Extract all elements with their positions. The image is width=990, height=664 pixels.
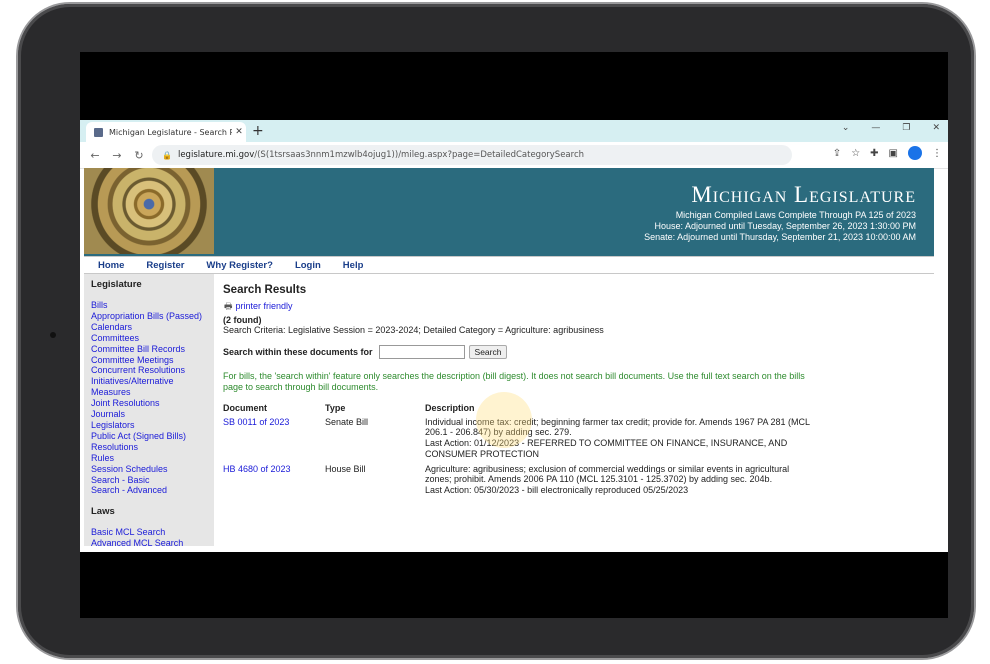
sidebar: Legislature Bills Appropriation Bills (P… [84,274,214,549]
banner-line-mcl: Michigan Compiled Laws Complete Through … [675,210,916,220]
sidebar-link-committee-bill-records[interactable]: Committee Bill Records [91,344,214,355]
table-header: Document Type Description [223,403,934,414]
nav-help[interactable]: Help [343,260,364,271]
sidebar-link-basic-mcl-search[interactable]: Basic MCL Search [91,527,214,538]
document-last-action: Last Action: 01/12/2023 - REFERRED TO CO… [425,438,788,459]
legislature-page: Michigan Legislature Michigan Compiled L… [84,168,934,552]
sidebar-link-initiatives[interactable]: Initiatives/Alternative [91,376,214,387]
sidebar-link-committees[interactable]: Committees [91,333,214,344]
table-row: SB 0011 of 2023 Senate Bill Individual i… [223,417,934,460]
document-description-cell: Agriculture: agribusiness; exclusion of … [425,464,817,496]
sidebar-link-legislators[interactable]: Legislators [91,420,214,431]
banner-line-house: House: Adjourned until Tuesday, Septembe… [654,221,916,231]
restore-icon[interactable]: ❐ [902,123,910,133]
url-path: /(S(1tsrsaas3nnm1mzwlb4ojug1))/mileg.asp… [254,150,585,160]
document-type: Senate Bill [325,416,369,427]
search-within-label: Search within these documents for [223,347,373,357]
site-title: Michigan Legislature [691,182,916,207]
nav-home[interactable]: Home [98,260,124,271]
close-tab-icon[interactable]: ✕ [232,127,246,137]
results-count: (2 found) [223,315,262,325]
share-icon[interactable]: ⇪ [833,148,841,159]
minimize-icon[interactable]: — [871,123,880,133]
results-table: Document Type Description SB 0011 of 202… [223,403,934,496]
extensions-icon[interactable]: ✚ [870,148,878,159]
site-banner: Michigan Legislature Michigan Compiled L… [84,168,934,256]
search-within-row: Search within these documents for Search [223,345,934,359]
search-within-input[interactable] [378,345,465,359]
banner-line-senate: Senate: Adjourned until Thursday, Septem… [644,232,916,242]
sidebar-link-committee-meetings[interactable]: Committee Meetings [91,355,214,366]
sidebar-link-appropriation-bills[interactable]: Appropriation Bills (Passed) [91,311,214,322]
back-icon[interactable]: ← [88,149,102,162]
sidebar-link-resolutions[interactable]: Resolutions [91,442,214,453]
menu-kebab-icon[interactable]: ⋮ [932,148,942,159]
sidebar-link-session-schedules[interactable]: Session Schedules [91,464,214,475]
printer-friendly-link[interactable]: 🖶 printer friendly [224,299,934,315]
browser-window: Michigan Legislature - Search Re ✕ + ⌄ —… [80,120,948,552]
sidebar-link-bills[interactable]: Bills [91,300,214,311]
printer-friendly-label: printer friendly [235,301,293,311]
tab-bar: Michigan Legislature - Search Re ✕ + ⌄ —… [80,120,948,142]
sidebar-link-search-basic[interactable]: Search - Basic [91,475,214,486]
search-button[interactable]: Search [468,345,508,359]
document-description: Agriculture: agribusiness; exclusion of … [425,463,790,485]
forward-icon[interactable]: → [110,149,124,162]
nav-register[interactable]: Register [146,260,184,271]
sidebar-link-measures[interactable]: Measures [91,387,214,398]
top-nav: Home Register Why Register? Login Help [84,256,934,274]
reload-icon[interactable]: ↻ [132,149,146,162]
close-window-icon[interactable]: ✕ [932,123,940,133]
favicon-icon [94,127,103,137]
column-header-document: Document [223,403,268,413]
profile-avatar[interactable] [908,146,922,160]
bookmark-star-icon[interactable]: ☆ [851,148,860,159]
page-title: Search Results [223,284,307,296]
sidebar-heading-legislature: Legislature [91,279,142,290]
lock-icon[interactable]: 🔒 [162,151,172,160]
url-host: legislature.mi.gov [177,150,255,160]
nav-why-register[interactable]: Why Register? [206,260,273,271]
sidebar-link-advanced-mcl-search[interactable]: Advanced MCL Search [91,538,214,549]
tablet-screen: Michigan Legislature - Search Re ✕ + ⌄ —… [80,52,948,618]
sidebar-link-journals[interactable]: Journals [91,409,214,420]
sidebar-link-public-act[interactable]: Public Act (Signed Bills) [91,431,214,442]
tab-title: Michigan Legislature - Search Re [109,127,232,137]
document-link[interactable]: HB 4680 of 2023 [223,464,325,496]
search-criteria: Search Criteria: Legislative Session = 2… [223,325,604,335]
new-tab-button[interactable]: + [252,122,264,140]
document-type: House Bill [325,463,366,474]
tab-search-icon[interactable]: ⌄ [842,123,850,133]
nav-login[interactable]: Login [295,260,321,271]
printer-icon: 🖶 [224,301,233,311]
browser-tab[interactable]: Michigan Legislature - Search Re ✕ [86,122,246,142]
sidebar-link-concurrent-resolutions[interactable]: Concurrent Resolutions [91,365,214,376]
sidebar-link-calendars[interactable]: Calendars [91,322,214,333]
sidebar-heading-laws: Laws [91,506,115,518]
tablet-frame: Michigan Legislature - Search Re ✕ + ⌄ —… [18,4,974,658]
sidebar-link-search-advanced[interactable]: Search - Advanced [91,485,214,496]
document-link[interactable]: SB 0011 of 2023 [223,417,325,460]
sidebar-link-rules[interactable]: Rules [91,453,214,464]
capitol-dome-image [84,168,214,254]
sidepanel-icon[interactable]: ▣ [889,148,898,159]
sidebar-link-joint-resolutions[interactable]: Joint Resolutions [91,398,214,409]
address-bar-row: ← → ↻ 🔒 legislature.mi.gov /(S(1tsrsaas3… [80,142,948,169]
browser-toolbar-icons: ⇪ ☆ ✚ ▣ ⋮ [833,146,942,160]
camera-dot [50,332,56,338]
url-field[interactable]: 🔒 legislature.mi.gov /(S(1tsrsaas3nnm1mz… [152,145,792,165]
main-content: Search Results 🖶 printer friendly (2 foun… [214,274,934,546]
document-last-action: Last Action: 05/30/2023 - bill electroni… [425,484,689,495]
search-note: For bills, the 'search within' feature o… [223,371,805,392]
window-controls: ⌄ — ❐ ✕ [842,123,940,133]
column-header-type: Type [325,403,346,413]
cursor-highlight [476,392,532,448]
table-row: HB 4680 of 2023 House Bill Agriculture: … [223,464,934,496]
